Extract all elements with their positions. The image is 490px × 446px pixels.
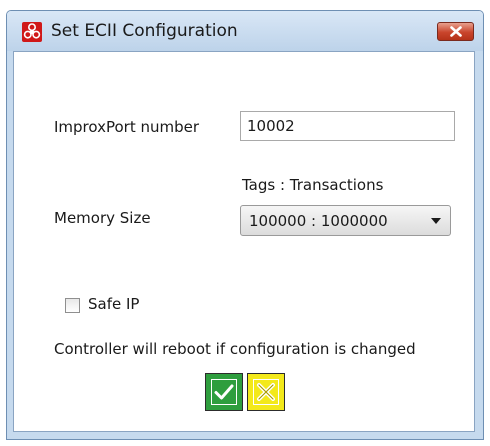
close-button[interactable] [437,22,474,41]
safe-ip-label: Safe IP [88,295,140,313]
ok-button[interactable] [205,373,243,411]
port-number-input[interactable] [240,111,455,141]
memory-size-value: 100000 : 1000000 [249,212,388,230]
chevron-down-icon [431,218,441,224]
cancel-button[interactable] [247,373,285,411]
window-title: Set ECII Configuration [51,21,238,41]
dialog-window: Set ECII Configuration ImproxPort number… [6,10,484,440]
memory-size-select[interactable]: 100000 : 1000000 [240,205,451,236]
reboot-notice: Controller will reboot if configuration … [54,340,416,358]
tags-transactions-header: Tags : Transactions [242,176,384,194]
port-label: ImproxPort number [54,118,200,136]
safe-ip-checkbox[interactable] [65,298,80,313]
dialog-content: ImproxPort number Tags : Transactions Me… [13,51,475,432]
checkmark-icon [211,379,237,405]
close-icon [450,26,462,37]
memory-size-label: Memory Size [54,209,151,227]
title-bar[interactable]: Set ECII Configuration [7,11,483,51]
biohazard-icon [22,22,42,42]
cross-icon [253,379,279,405]
